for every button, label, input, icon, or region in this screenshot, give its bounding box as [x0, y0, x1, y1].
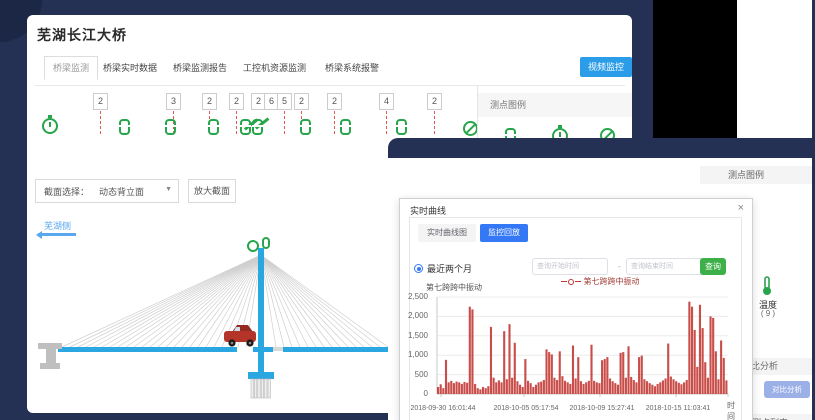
- white-region: [737, 0, 812, 138]
- sensor-count-badge: 2: [327, 93, 342, 110]
- y-tick: 2,000: [398, 311, 428, 320]
- range-separator: -: [618, 262, 621, 271]
- tab-system-alarm[interactable]: 桥梁系统报警: [325, 61, 379, 74]
- sensor-count-badge: 2: [229, 93, 244, 110]
- query-button[interactable]: 查询: [700, 258, 726, 275]
- sensor-count-badge: 3: [166, 93, 181, 110]
- chain-sensor-icon[interactable]: [252, 119, 263, 135]
- bridge-deck: [58, 347, 237, 352]
- section-select-label: 截面选择：: [44, 185, 89, 198]
- last-two-months-radio[interactable]: [414, 264, 423, 273]
- chain-sensor-icon[interactable]: [396, 119, 407, 135]
- enlarge-section-button[interactable]: 放大截面: [188, 179, 236, 203]
- sensor-drop-line: [334, 111, 335, 134]
- deck-joint: [273, 347, 283, 351]
- popup-window-content: 测点图例 温度 ( 9 ) 对比分析 对比分析 测点列表 实时曲线 × 实时曲线…: [388, 158, 812, 420]
- sensor-count-badge: 4: [379, 93, 394, 110]
- sensor-count-badge: 2: [427, 93, 442, 110]
- tab-ipc-resource[interactable]: 工控机资源监测: [243, 61, 306, 74]
- sensor-count-badge: 2: [202, 93, 217, 110]
- tower-chain-icon: [263, 238, 269, 248]
- disabled-sensor-icon[interactable]: [463, 121, 478, 136]
- temperature-count: ( 9 ): [748, 309, 788, 318]
- chart-gridlines: [437, 297, 728, 397]
- legend-marker: [561, 281, 567, 283]
- tower-piles: [251, 379, 270, 398]
- tab-bridge-monitoring[interactable]: 桥梁监测: [44, 56, 98, 80]
- bridge-tower: [258, 248, 264, 372]
- bridge-elevation-drawing: [27, 235, 390, 413]
- page-title: 芜湖长江大桥: [37, 25, 127, 45]
- tower-gauge-icon: [248, 241, 258, 251]
- direction-label: 芜湖侧: [44, 219, 71, 232]
- chain-sensor-icon[interactable]: [240, 119, 251, 135]
- chart-series: [437, 302, 727, 394]
- legend-panel-header: 测点图例: [478, 93, 632, 117]
- clock-sensor-icon[interactable]: [42, 118, 58, 134]
- y-tick: 1,500: [398, 331, 428, 340]
- legend-marker: [575, 281, 581, 283]
- car: [224, 325, 256, 347]
- tab-realtime-data[interactable]: 桥梁实时数据: [103, 61, 157, 74]
- legend-text: 第七跨跨中振动: [584, 276, 640, 287]
- bridge-deck: [283, 347, 390, 352]
- tower-footing: [248, 372, 274, 379]
- tab-monitor-report[interactable]: 桥梁监测报告: [173, 61, 227, 74]
- back-legend-header: 测点图例: [700, 166, 812, 184]
- chart-legend[interactable]: 第七跨跨中振动: [530, 276, 670, 287]
- compare-analysis-button[interactable]: 对比分析: [764, 381, 810, 398]
- black-region: [653, 0, 737, 138]
- dialog-body: 实时曲线图 监控回放 最近两个月 - 查询 第七跨跨中振动 第七跨跨中振动: [409, 217, 742, 420]
- sensor-drop-line: [386, 111, 387, 134]
- x-axis-label: 时间: [727, 400, 741, 420]
- thermometer-icon[interactable]: [760, 276, 774, 296]
- y-tick: 0: [398, 389, 428, 398]
- legend-marker-circle: [568, 279, 574, 285]
- sensor-drop-line: [100, 111, 101, 134]
- sensor-count-badge: 2: [294, 93, 309, 110]
- popup-window-titlebar[interactable]: [388, 138, 812, 158]
- sensor-drop-line: [434, 111, 435, 134]
- sensor-count-badge: 2: [93, 93, 108, 110]
- sensor-count-badge: 5: [277, 93, 292, 110]
- sensor-drop-line: [284, 111, 285, 134]
- close-icon[interactable]: ×: [738, 202, 744, 214]
- start-time-input[interactable]: [532, 258, 608, 275]
- left-pier: [38, 343, 62, 369]
- chain-sensor-icon[interactable]: [340, 119, 351, 135]
- sensor-drop-line: [236, 111, 237, 134]
- y-tick: 500: [398, 370, 428, 379]
- bridge-deck: [253, 347, 273, 352]
- section-select-group: 截面选择： 动态背立面 ▼: [35, 179, 179, 203]
- screen: 芜湖长江大桥 桥梁监测 桥梁实时数据 桥梁监测报告 工控机资源监测 桥梁系统报警…: [0, 0, 815, 420]
- y-tick: 2,500: [398, 292, 428, 301]
- realtime-curve-dialog: 实时曲线 × 实时曲线图 监控回放 最近两个月 - 查询 第七跨跨中振动: [399, 198, 753, 420]
- chevron-down-icon[interactable]: ▼: [165, 186, 172, 193]
- chain-sensor-icon[interactable]: [119, 119, 130, 135]
- video-monitor-button[interactable]: 视频监控: [580, 57, 632, 77]
- tab-realtime-curve[interactable]: 实时曲线图: [418, 224, 476, 242]
- chain-sensor-icon[interactable]: [300, 119, 311, 135]
- x-tick: 2018-10-15 11:03:41: [633, 405, 723, 412]
- y-tick: 1,000: [398, 350, 428, 359]
- last-two-months-label: 最近两个月: [427, 262, 472, 275]
- tabbar-divider: [35, 85, 625, 86]
- chain-sensor-icon[interactable]: [208, 119, 219, 135]
- chain-sensor-icon[interactable]: [165, 119, 176, 135]
- x-tick: 2018-09-30 16:01:44: [398, 405, 488, 412]
- dialog-title: 实时曲线: [410, 204, 446, 217]
- section-select[interactable]: 动态背立面: [99, 185, 144, 198]
- tab-monitor-playback[interactable]: 监控回放: [480, 224, 528, 242]
- popup-browser-window: 测点图例 温度 ( 9 ) 对比分析 对比分析 测点列表 实时曲线 × 实时曲线…: [388, 138, 812, 420]
- vibration-chart: [415, 289, 745, 420]
- end-time-input[interactable]: [626, 258, 704, 275]
